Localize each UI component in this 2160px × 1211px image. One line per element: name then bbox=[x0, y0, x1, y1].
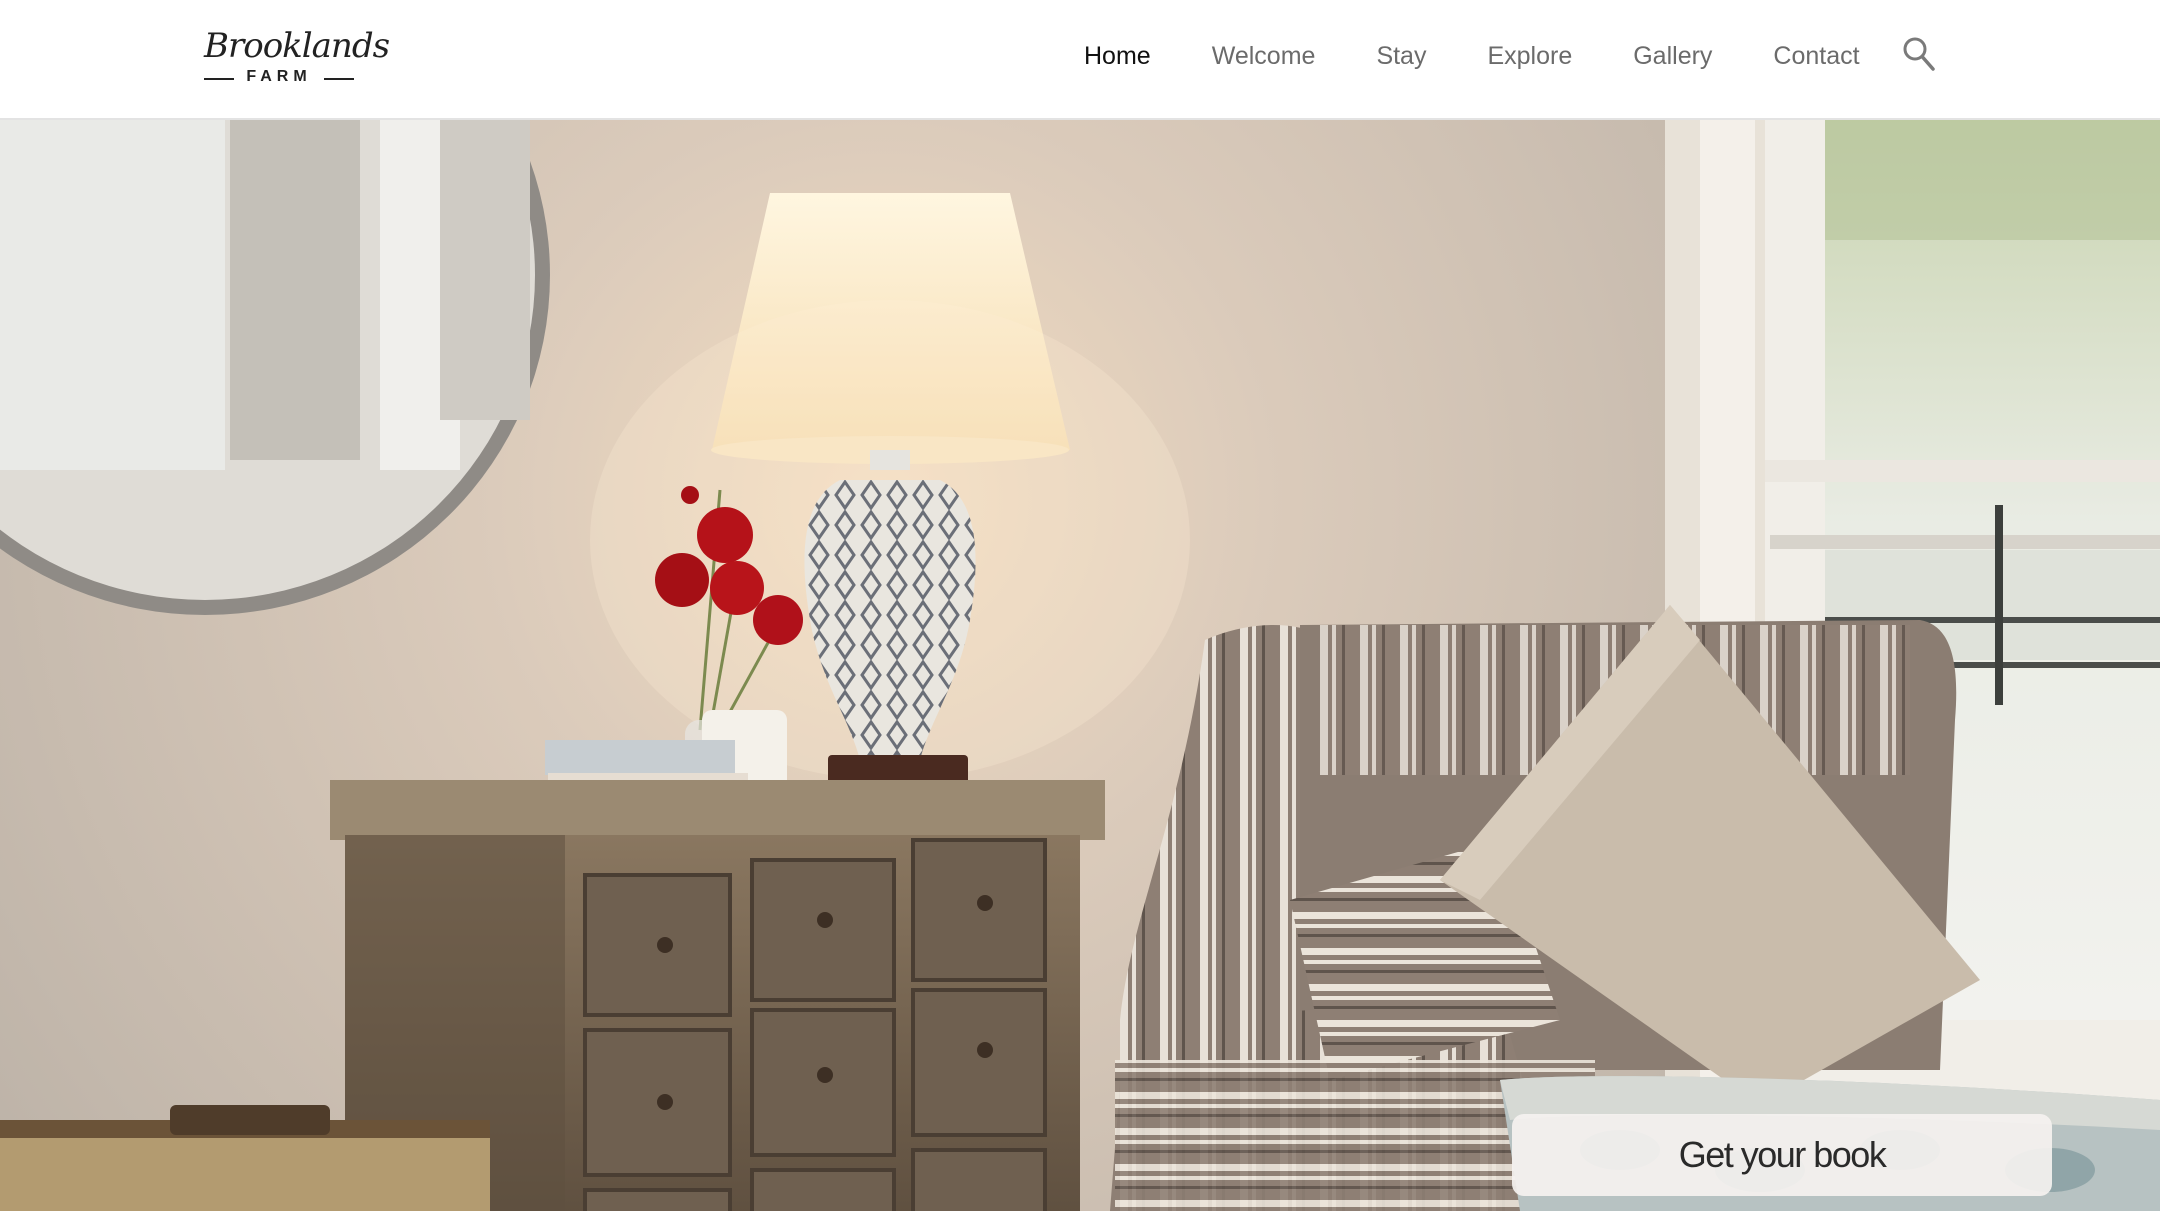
hero-banner bbox=[0, 120, 2160, 1211]
logo-word: FARM bbox=[246, 68, 312, 85]
site-header: Brooklands FARM Home Welcome Stay Explor… bbox=[0, 0, 2160, 120]
hero-photo bbox=[0, 120, 2160, 1211]
nav-contact[interactable]: Contact bbox=[1773, 42, 1859, 71]
logo-subline: FARM bbox=[204, 68, 354, 88]
get-your-book-button[interactable]: Get your book bbox=[1512, 1114, 2052, 1196]
search-icon[interactable] bbox=[1902, 36, 1936, 72]
logo-script-text: Brooklands bbox=[204, 26, 390, 66]
brand-logo[interactable]: Brooklands FARM bbox=[204, 26, 390, 88]
nav-welcome[interactable]: Welcome bbox=[1212, 42, 1316, 71]
nav-gallery[interactable]: Gallery bbox=[1633, 42, 1712, 71]
main-nav: Home Welcome Stay Explore Gallery Contac… bbox=[1084, 36, 1921, 76]
nav-explore[interactable]: Explore bbox=[1487, 42, 1572, 71]
nav-stay[interactable]: Stay bbox=[1376, 42, 1426, 71]
logo-rule-left bbox=[204, 78, 234, 80]
nav-home[interactable]: Home bbox=[1084, 42, 1151, 71]
logo-rule-right bbox=[324, 78, 354, 80]
